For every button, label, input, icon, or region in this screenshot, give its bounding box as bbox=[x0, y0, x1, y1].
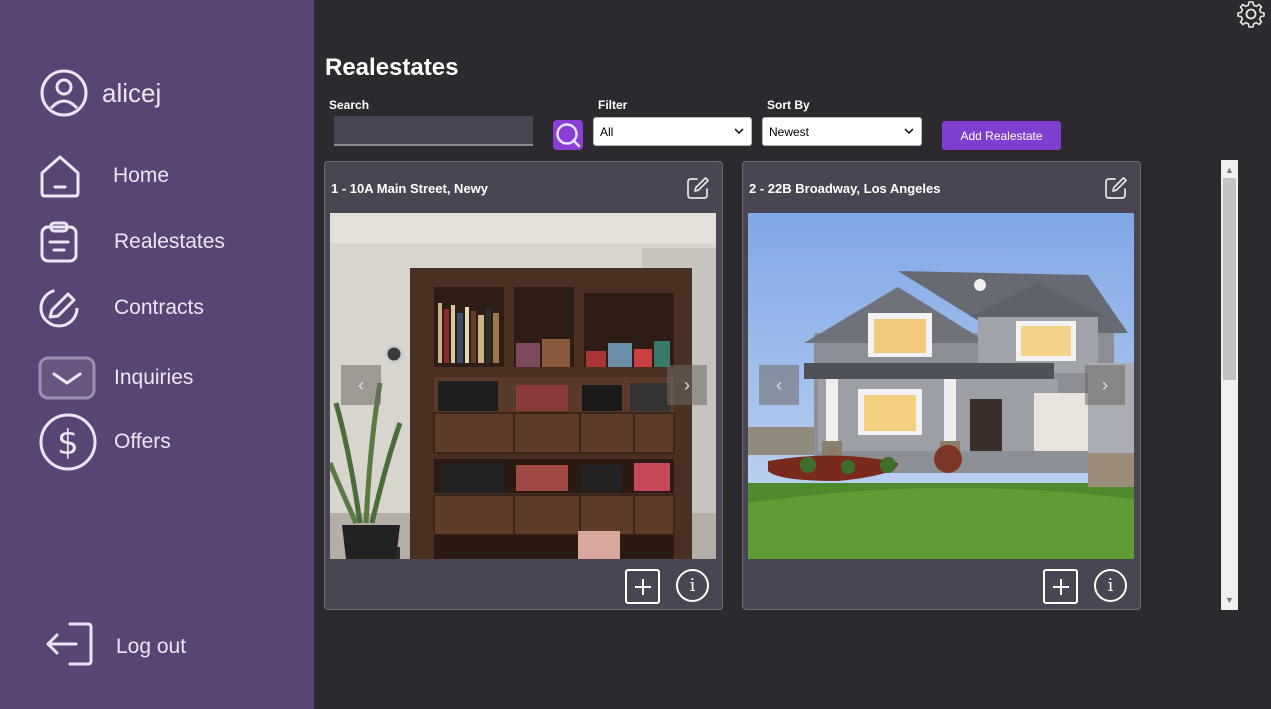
add-realestate-button[interactable]: Add Realestate bbox=[942, 121, 1061, 150]
search-icon bbox=[556, 123, 581, 148]
edit-icon bbox=[1105, 177, 1127, 199]
sort-select-value: Newest bbox=[769, 124, 810, 139]
prev-photo-button[interactable]: ‹ bbox=[759, 365, 799, 405]
nav-inquiries-label: Inquiries bbox=[114, 366, 194, 389]
nav-offers[interactable]: $ Offers bbox=[38, 413, 171, 471]
nav-offers-label: Offers bbox=[114, 430, 171, 453]
nav-home[interactable]: Home bbox=[38, 148, 169, 204]
scroll-up-arrow[interactable]: ▲ bbox=[1221, 162, 1238, 178]
username: alicej bbox=[102, 77, 162, 108]
logout-label: Log out bbox=[116, 634, 187, 658]
nav-contracts[interactable]: Contracts bbox=[38, 280, 204, 336]
chevron-right-icon: › bbox=[1102, 374, 1108, 395]
nav-realestates-label: Realestates bbox=[114, 230, 225, 253]
add-button[interactable] bbox=[625, 569, 660, 604]
listing-card: 1 - 10A Main Street, Newy ‹ › i bbox=[324, 161, 723, 610]
home-icon bbox=[38, 148, 98, 204]
plus-icon bbox=[634, 578, 651, 595]
edit-icon bbox=[687, 177, 709, 199]
settings-button[interactable] bbox=[1237, 0, 1265, 28]
chevron-down-icon bbox=[734, 128, 744, 135]
listing-title: 2 - 22B Broadway, Los Angeles bbox=[749, 181, 941, 196]
dollar-icon: $ bbox=[38, 413, 98, 471]
listing-photo bbox=[330, 213, 716, 559]
filter-label: Filter bbox=[598, 98, 628, 112]
listing-card: 2 - 22B Broadway, Los Angeles ‹ › i bbox=[742, 161, 1141, 610]
chevron-left-icon: ‹ bbox=[776, 374, 782, 395]
listing-photo bbox=[748, 213, 1134, 559]
edit-button[interactable] bbox=[686, 176, 710, 200]
page-title: Realestates bbox=[325, 54, 459, 81]
info-icon: i bbox=[689, 575, 696, 596]
sort-label: Sort By bbox=[767, 98, 810, 112]
listing-title: 1 - 10A Main Street, Newy bbox=[331, 181, 489, 196]
clipboard-icon bbox=[38, 214, 98, 270]
filter-select-value: All bbox=[600, 124, 614, 139]
plus-icon bbox=[1052, 578, 1069, 595]
chevron-left-icon: ‹ bbox=[358, 374, 364, 395]
info-button[interactable]: i bbox=[1094, 569, 1127, 602]
chevron-right-icon: › bbox=[684, 374, 690, 395]
vertical-scrollbar[interactable]: ▲ ▼ bbox=[1221, 160, 1238, 610]
logout-icon bbox=[44, 620, 94, 673]
sort-select[interactable]: Newest bbox=[762, 117, 922, 146]
scroll-down-arrow[interactable]: ▼ bbox=[1221, 592, 1238, 608]
gear-icon bbox=[1237, 1, 1265, 28]
search-button[interactable] bbox=[553, 120, 583, 150]
next-photo-button[interactable]: › bbox=[667, 365, 707, 405]
edit-button[interactable] bbox=[1104, 176, 1128, 200]
info-button[interactable]: i bbox=[676, 569, 709, 602]
search-label: Search bbox=[329, 98, 370, 112]
info-icon: i bbox=[1107, 575, 1114, 596]
svg-text:$: $ bbox=[57, 423, 79, 463]
user-profile[interactable]: alicej bbox=[40, 68, 161, 118]
user-icon bbox=[40, 69, 88, 117]
scrollbar-thumb[interactable] bbox=[1223, 178, 1236, 380]
mail-icon bbox=[38, 350, 98, 406]
nav-home-label: Home bbox=[113, 164, 170, 187]
nav-contracts-label: Contracts bbox=[114, 296, 204, 319]
nav-realestates[interactable]: Realestates bbox=[38, 214, 225, 270]
search-input[interactable] bbox=[334, 116, 533, 146]
pen-icon bbox=[38, 280, 98, 336]
sidebar: alicej Home Realestates Contracts Inquir… bbox=[0, 0, 314, 709]
filter-select[interactable]: All bbox=[593, 117, 752, 146]
logout-button[interactable]: Log out bbox=[44, 620, 186, 673]
prev-photo-button[interactable]: ‹ bbox=[341, 365, 381, 405]
nav-inquiries[interactable]: Inquiries bbox=[38, 350, 193, 406]
next-photo-button[interactable]: › bbox=[1085, 365, 1125, 405]
add-button[interactable] bbox=[1043, 569, 1078, 604]
chevron-down-icon bbox=[904, 128, 914, 135]
